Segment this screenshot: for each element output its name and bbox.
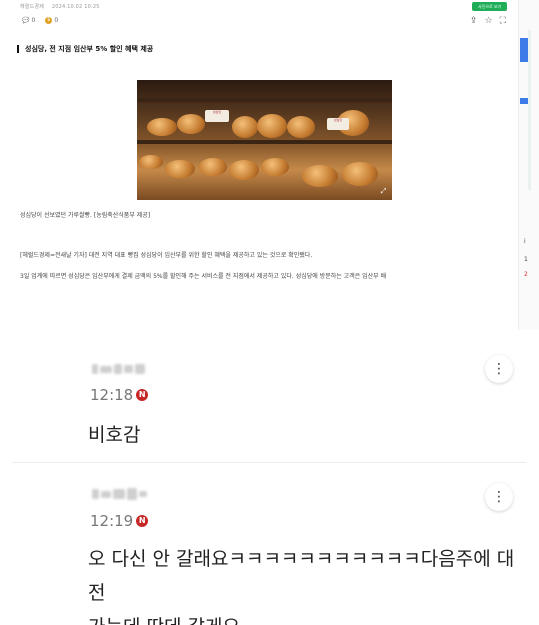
article-datetime: 2024.10.02 10:25: [51, 4, 100, 10]
blurred-name-part: [113, 489, 125, 499]
coin-count-value: 0: [54, 17, 59, 24]
comment-icon: 💬: [22, 17, 30, 24]
price-tag: 성심당: [327, 118, 349, 130]
bread-item: [342, 162, 378, 186]
article-headline: 성심당, 전 지점 임산부 5% 할인 혜택 제공: [17, 45, 153, 53]
bread-item: [229, 160, 259, 180]
comment-username-blurred: [92, 362, 145, 376]
sidebar-blue-tab[interactable]: [520, 38, 528, 62]
new-badge: N: [136, 515, 149, 527]
blurred-name-part: [92, 489, 99, 499]
bread-item: [287, 116, 315, 138]
more-vertical-icon[interactable]: ⋮: [485, 355, 513, 383]
blurred-name-part: [135, 364, 145, 374]
blurred-name-part: [100, 365, 112, 373]
photo-view-button[interactable]: 사진으로 보기: [472, 2, 508, 11]
bread-item: [232, 116, 258, 138]
share-icon[interactable]: ⇪: [470, 16, 478, 26]
sidebar-blue-tab[interactable]: [520, 98, 528, 104]
blurred-name-part: [101, 490, 111, 498]
photo-caption: 성심당이 선보였던 가루쌀빵. [농림축산식품부 제공]: [20, 212, 151, 219]
bread-item: [147, 118, 177, 136]
article-tools: ⇪ ☆ ⛶: [470, 16, 506, 26]
photo-shelf: [137, 98, 392, 102]
bread-item: [199, 158, 227, 176]
comment-time-text: 12:18: [90, 386, 134, 404]
blurred-name-part: [139, 491, 147, 497]
bread-item: [165, 160, 195, 178]
article-meta: 헤럴드경제 2024.10.02 10:25: [20, 3, 100, 10]
comment-divider: [12, 462, 526, 463]
comment-time: 12:19 N: [90, 512, 149, 530]
comment-username-blurred: [92, 487, 147, 501]
article-photo[interactable]: 성심당 성심당 ⤢: [137, 80, 392, 200]
article-paragraph: [헤럴드경제=전새날 기자] 대전 지역 대표 빵집 성심당이 임산부를 위한 …: [20, 252, 313, 259]
comment-count[interactable]: 💬 0: [22, 17, 35, 24]
expand-icon[interactable]: ⤢: [379, 187, 388, 196]
blurred-name-part: [124, 365, 133, 373]
sidebar-panel: [528, 30, 531, 190]
blurred-name-part: [92, 364, 98, 374]
sidebar-item: 1: [524, 256, 528, 263]
comment-count-value: 0: [31, 17, 36, 24]
coin-count[interactable]: $ 0: [45, 17, 58, 24]
article-reactions: 💬 0 $ 0: [22, 17, 58, 24]
bread-item: [139, 155, 163, 169]
bread-item: [261, 158, 289, 176]
comment-text: 오 다신 안 갈래요ㅋㅋㅋㅋㅋㅋㅋㅋㅋㅋㅋ다음주에 대전 가는데 딴데 갈게요: [88, 548, 515, 625]
new-badge: N: [136, 389, 149, 401]
price-tag: 성심당: [205, 110, 229, 122]
article-source: 헤럴드경제: [20, 4, 45, 10]
expand-icon[interactable]: ⛶: [500, 16, 506, 26]
news-article: 헤럴드경제 2024.10.02 10:25 사진으로 보기 💬 0 $ 0 ⇪…: [0, 0, 539, 330]
sidebar-item: i: [524, 238, 526, 245]
article-paragraph: 3일 업계에 따르면 성심당은 임산부에게 결제 금액의 5%를 할인해 주는 …: [20, 273, 387, 280]
more-vertical-icon[interactable]: ⋮: [485, 483, 513, 511]
photo-shelf: [137, 140, 392, 144]
bookmark-icon[interactable]: ☆: [485, 16, 493, 26]
blurred-name-part: [114, 364, 122, 374]
comment-text: 비호감: [88, 424, 141, 446]
bread-item: [177, 114, 205, 134]
bread-item: [257, 114, 287, 138]
comment-time: 12:18 N: [90, 386, 149, 404]
bread-item: [302, 165, 338, 187]
coin-icon: $: [45, 17, 53, 24]
blurred-name-part: [127, 488, 137, 500]
sidebar-item: 2: [524, 271, 528, 278]
comment-time-text: 12:19: [90, 512, 134, 530]
